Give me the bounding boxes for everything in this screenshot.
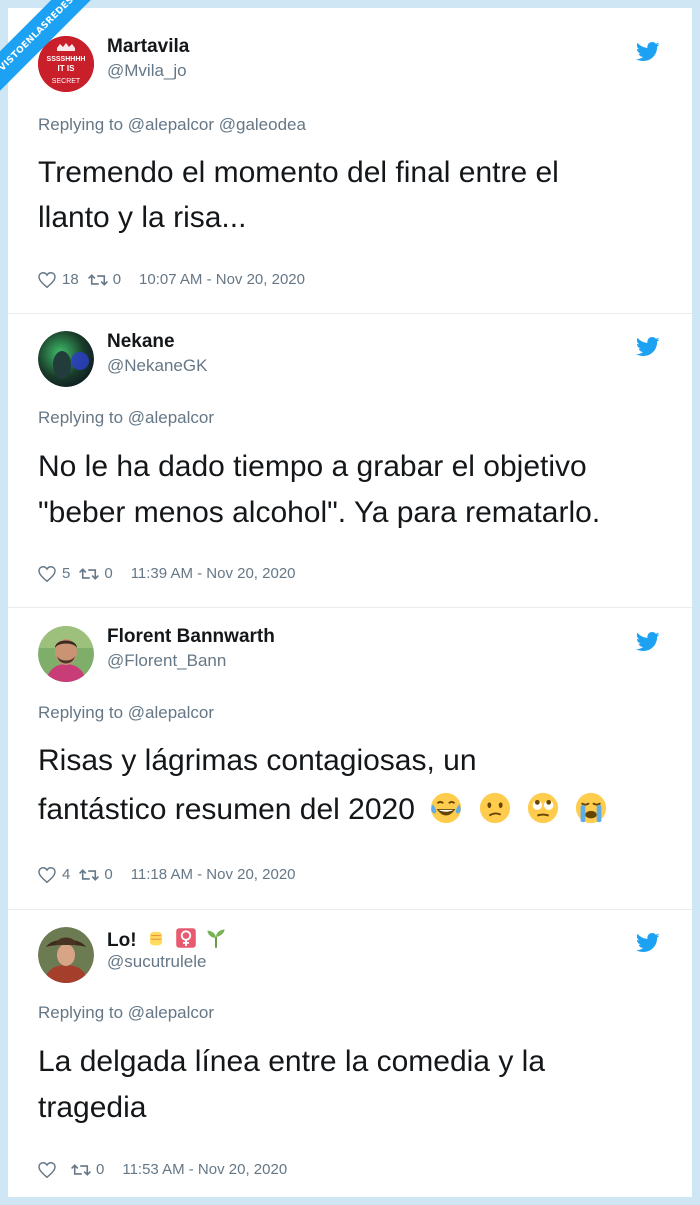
retweet-icon[interactable] [87,272,109,288]
confused-emoji [479,792,510,824]
divider [8,607,692,608]
author-name[interactable]: Martavila [107,36,189,58]
tweet-text-line-2: tragedia [38,1091,147,1124]
retweet-count: 0 [104,866,113,883]
author-handle[interactable]: @Florent_Bann [107,651,226,671]
eye-roll-emoji [527,792,559,824]
author-handle[interactable]: @Mvila_jo [107,61,187,81]
female-sign-emoji [176,928,196,948]
tweet-actions: 0 11:53 AM - Nov 20, 2020 [38,1161,287,1179]
tweet-card[interactable]: Lo! @sucutrulele Replying to @alepalcor … [38,927,668,1187]
twitter-bird-icon[interactable] [636,42,660,62]
retweet-icon[interactable] [78,867,100,883]
retweet-icon[interactable] [70,1162,92,1178]
tweet-text-line-1: Risas y lágrimas contagiosas, un [38,744,477,777]
retweet-count: 0 [104,565,113,582]
tweet-card[interactable]: Florent Bannwarth @Florent_Bann Replying… [38,626,668,886]
timestamp[interactable]: 11:39 AM - Nov 20, 2020 [131,565,296,583]
author-name[interactable]: Florent Bannwarth [107,626,275,648]
retweet-count: 0 [96,1161,105,1178]
divider [8,313,692,314]
retweet-icon[interactable] [78,566,100,582]
seedling-emoji [207,929,225,948]
timestamp[interactable]: 11:18 AM - Nov 20, 2020 [131,866,296,884]
like-count: 4 [62,866,71,883]
tweet-text-line-2: "beber menos alcohol". Ya para rematarlo… [38,496,601,529]
crying-emoji [576,792,607,824]
tweet-text-line-1: Tremendo el momento del final entre el [38,156,559,189]
svg-text:IT IS: IT IS [58,64,76,73]
author-name[interactable]: Nekane [107,331,175,353]
tweet-text-line-2: llanto y la risa... [38,201,247,234]
replying-to[interactable]: Replying to @alepalcor @galeodea [38,115,306,135]
timestamp[interactable]: 11:53 AM - Nov 20, 2020 [122,1161,287,1179]
tweet-card[interactable]: SSSSHHHH IT IS SECRET Martavila @Mvila_j… [38,36,668,296]
tweet-actions: 5 0 11:39 AM - Nov 20, 2020 [38,565,296,583]
heart-icon[interactable] [38,1162,56,1178]
like-count: 18 [62,271,79,288]
tweet-text-content: fantástico resumen del 2020 [38,793,415,826]
raised-fist-emoji [149,931,162,946]
twitter-bird-icon[interactable] [636,933,660,953]
tweet-card[interactable]: Nekane @NekaneGK Replying to @alepalcor … [38,331,668,591]
replying-to[interactable]: Replying to @alepalcor [38,408,214,428]
svg-text:SECRET: SECRET [52,78,81,85]
author-handle[interactable]: @NekaneGK [107,356,207,376]
laughing-crying-emoji [431,792,462,824]
like-count: 5 [62,565,71,582]
twitter-bird-icon[interactable] [636,632,660,652]
replying-to[interactable]: Replying to @alepalcor [38,703,214,723]
tweet-text-line-1: La delgada línea entre la comedia y la [38,1045,546,1078]
heart-icon[interactable] [38,867,56,883]
tweet-text-line-1: No le ha dado tiempo a grabar el objetiv… [38,450,587,483]
replying-to[interactable]: Replying to @alepalcor [38,1003,214,1023]
divider [8,909,692,910]
timestamp[interactable]: 10:07 AM - Nov 20, 2020 [139,271,305,289]
twitter-bird-icon[interactable] [636,337,660,357]
author-name: Lo! [107,927,227,952]
tweet-actions: 18 0 10:07 AM - Nov 20, 2020 [38,271,305,289]
avatar[interactable] [38,331,94,387]
heart-icon[interactable] [38,272,56,288]
avatar[interactable] [38,927,94,983]
svg-text:SSSSHHHH: SSSSHHHH [47,56,86,63]
avatar[interactable] [38,626,94,682]
tweet-actions: 4 0 11:18 AM - Nov 20, 2020 [38,866,296,884]
tweet-text-line-2: fantástico resumen del 2020 [38,788,668,832]
author-name-text[interactable]: Lo! [107,930,137,951]
author-handle[interactable]: @sucutrulele [107,952,206,972]
heart-icon[interactable] [38,566,56,582]
retweet-count: 0 [112,271,122,288]
